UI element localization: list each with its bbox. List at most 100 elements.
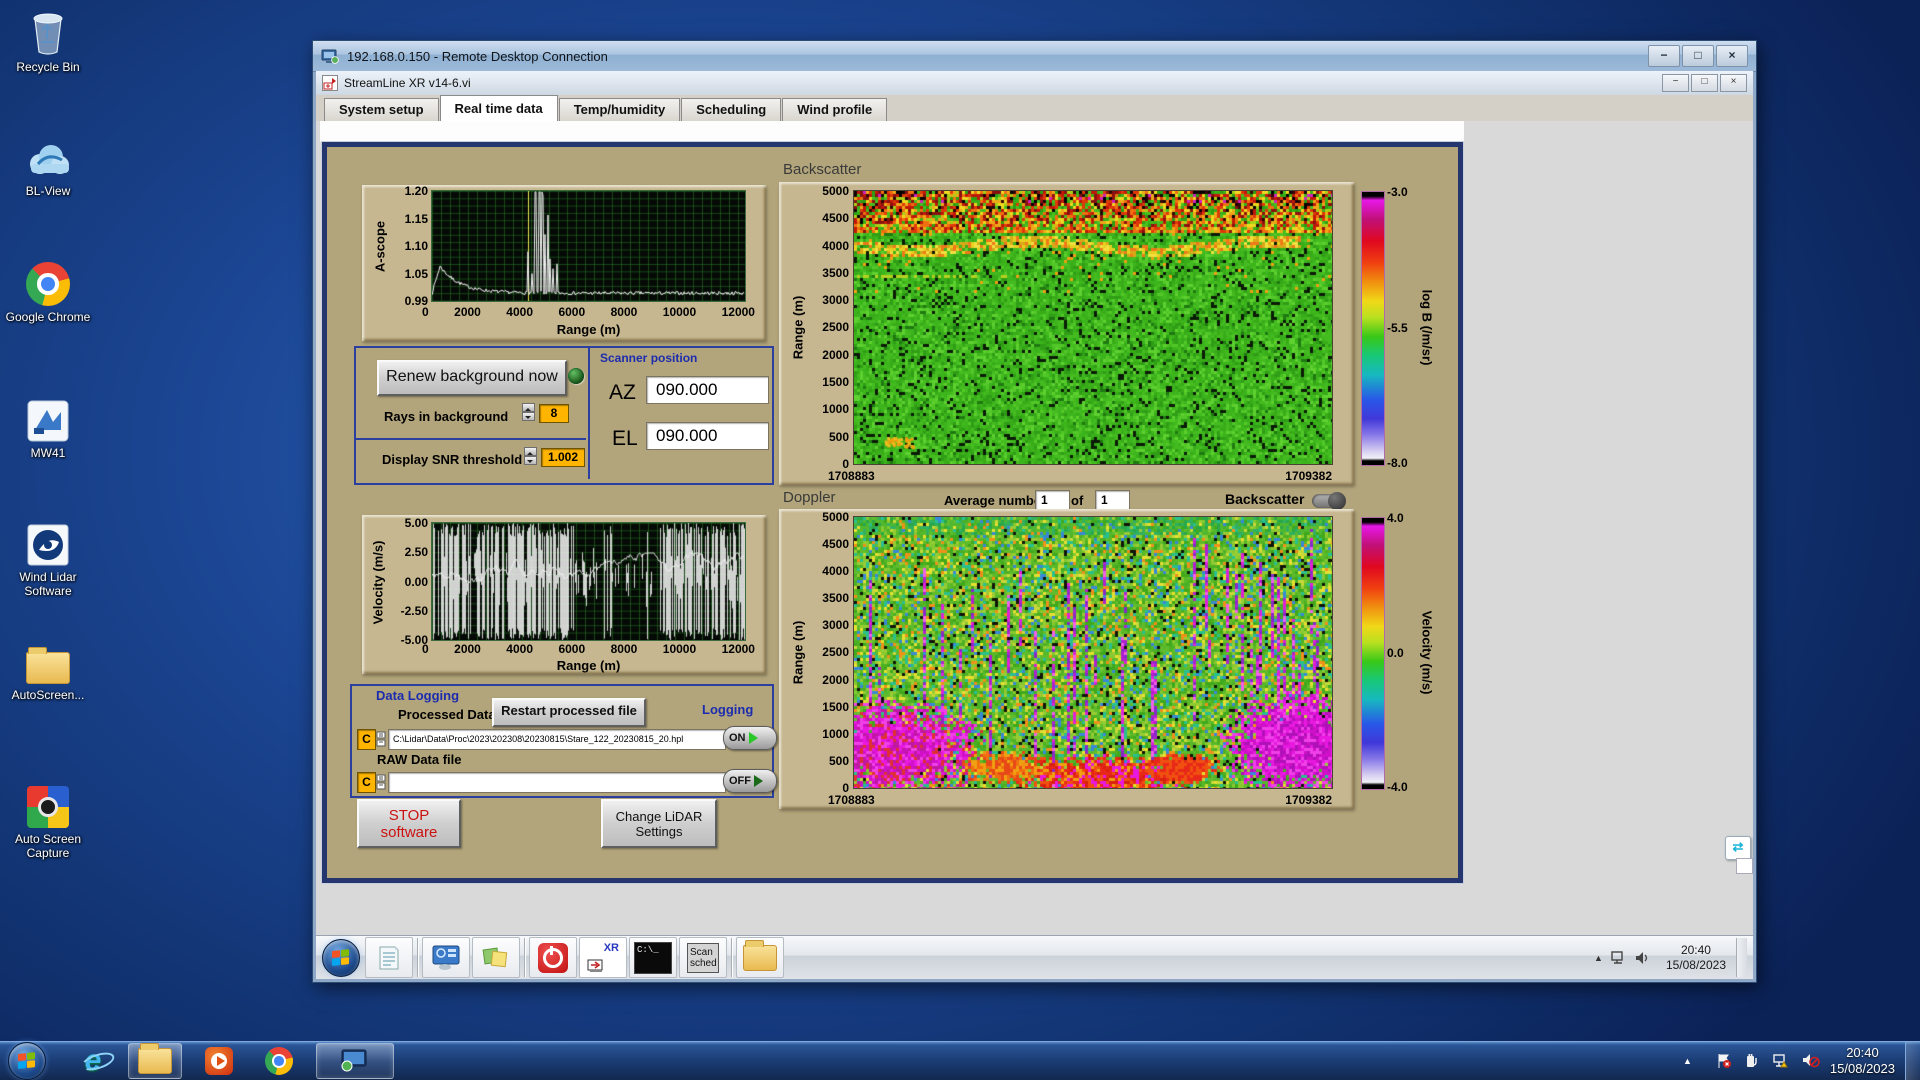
desktop-icon-auto-screen-capture[interactable]: Auto Screen Capture bbox=[4, 786, 92, 860]
spinner-up-icon[interactable] bbox=[522, 403, 535, 412]
action-center-flag-icon[interactable] bbox=[1716, 1053, 1732, 1069]
remote-show-desktop-button[interactable] bbox=[1736, 938, 1747, 977]
snr-spinner[interactable] bbox=[524, 447, 537, 465]
minimize-button[interactable]: − bbox=[1648, 45, 1680, 67]
desktop-icon-bl-view[interactable]: BL-View bbox=[4, 138, 92, 198]
change-lidar-settings-button[interactable]: Change LiDAR Settings bbox=[601, 799, 717, 848]
rays-spinner[interactable] bbox=[522, 403, 535, 421]
taskbar-chrome[interactable] bbox=[256, 1044, 302, 1078]
tab-system-setup[interactable]: System setup bbox=[324, 98, 439, 121]
desktop-icon-wind-lidar[interactable]: Wind Lidar Software bbox=[4, 524, 92, 598]
tick-label: 8000 bbox=[610, 305, 638, 319]
remote-taskbar-stop-app[interactable] bbox=[529, 937, 577, 978]
taskbar-remote-desktop[interactable] bbox=[316, 1043, 394, 1079]
remote-speaker-icon[interactable] bbox=[1635, 951, 1650, 965]
remote-taskbar-display-settings[interactable] bbox=[422, 937, 470, 978]
tab-temp-humidity[interactable]: Temp/humidity bbox=[558, 98, 681, 121]
tick-label: 2000 bbox=[822, 672, 849, 687]
rdp-title-bar[interactable]: 192.168.0.150 - Remote Desktop Connectio… bbox=[313, 41, 1756, 72]
raw-logging-toggle[interactable]: OFF bbox=[723, 769, 777, 793]
el-value-field[interactable]: 090.000 bbox=[646, 422, 769, 450]
raw-path-field[interactable] bbox=[388, 772, 726, 793]
app-close-button[interactable]: × bbox=[1720, 74, 1747, 92]
spinner-down-icon[interactable] bbox=[524, 456, 537, 465]
network-warning-icon[interactable] bbox=[1772, 1053, 1790, 1069]
tick-label: 3500 bbox=[822, 591, 849, 606]
tab-scheduling[interactable]: Scheduling bbox=[681, 98, 782, 121]
folder-browse-icon[interactable] bbox=[376, 731, 386, 747]
power-plug-icon[interactable] bbox=[1744, 1053, 1760, 1069]
tick-label: 12000 bbox=[721, 305, 755, 319]
close-button[interactable]: × bbox=[1716, 45, 1748, 67]
remote-taskbar-command-prompt[interactable]: C:\_ bbox=[629, 937, 677, 978]
app-restore-button[interactable]: □ bbox=[1691, 74, 1718, 92]
speaker-muted-icon[interactable] bbox=[1802, 1053, 1820, 1069]
colorbar-min: -8.0 bbox=[1387, 456, 1408, 470]
taskbar-internet-explorer[interactable]: e bbox=[70, 1044, 117, 1078]
colorbar-mid: -5.5 bbox=[1387, 320, 1408, 335]
tick-label: 1000 bbox=[822, 402, 849, 417]
tick-label: 2000 bbox=[454, 642, 481, 656]
processed-path-field[interactable]: C:\Lidar\Data\Proc\2023\202308\20230815\… bbox=[388, 729, 726, 750]
start-button[interactable] bbox=[8, 1042, 46, 1080]
raw-drive-box[interactable]: C bbox=[357, 772, 376, 793]
processed-drive-box[interactable]: C bbox=[357, 729, 376, 750]
desktop-icon-autoscreen-folder[interactable]: AutoScreen... bbox=[4, 647, 92, 702]
data-logging-group: Data Logging Processed Data file Restart… bbox=[350, 684, 777, 798]
stop-software-button[interactable]: STOP software bbox=[357, 799, 461, 848]
mw41-icon bbox=[27, 400, 69, 442]
tray-expand-icon[interactable]: ▲ bbox=[1683, 1056, 1692, 1066]
backscatter-colorbar-title: log B (/m/sr) bbox=[1419, 289, 1435, 366]
app-window-title: StreamLine XR v14-6.vi bbox=[344, 76, 471, 90]
host-clock[interactable]: 20:40 15/08/2023 bbox=[1830, 1045, 1895, 1077]
rdp-window-title: 192.168.0.150 - Remote Desktop Connectio… bbox=[347, 48, 608, 64]
chrome-icon bbox=[265, 1047, 293, 1075]
desktop-icon-mw41[interactable]: MW41 bbox=[4, 400, 92, 460]
rdp-computer-icon bbox=[321, 49, 339, 64]
processed-logging-toggle[interactable]: ON bbox=[723, 726, 777, 750]
lidar-panel-frame: A-scope 1.20 1.15 1.10 1.05 0.99 0 2000 4000 60… bbox=[322, 142, 1463, 883]
host-clock-time: 20:40 bbox=[1846, 1045, 1879, 1060]
spinner-down-icon[interactable] bbox=[522, 412, 535, 421]
rdp-window-controls: − □ × bbox=[1646, 45, 1748, 67]
rays-value-field[interactable]: 8 bbox=[539, 404, 569, 423]
remote-taskbar-scan-scheduler[interactable]: Scan sched bbox=[679, 937, 727, 978]
desktop-icon-google-chrome[interactable]: Google Chrome bbox=[4, 262, 92, 324]
az-value-field[interactable]: 090.000 bbox=[646, 376, 769, 404]
remote-network-icon[interactable] bbox=[1611, 950, 1627, 965]
tab-real-time-data[interactable]: Real time data bbox=[439, 95, 558, 121]
desktop-icon-recycle-bin[interactable]: Recycle Bin bbox=[4, 10, 92, 74]
average-number-field[interactable]: 1 bbox=[1035, 490, 1070, 511]
remote-taskbar-sticky-notes[interactable] bbox=[472, 937, 520, 978]
snr-value-field[interactable]: 1.002 bbox=[541, 448, 585, 467]
renew-background-button[interactable]: Renew background now bbox=[377, 360, 567, 396]
tick-label: 10000 bbox=[662, 305, 697, 319]
app-title-bar[interactable]: StreamLine XR v14-6.vi − □ × bbox=[316, 71, 1753, 96]
show-desktop-button[interactable] bbox=[1905, 1042, 1920, 1080]
remote-start-button[interactable] bbox=[322, 938, 360, 977]
remote-taskbar-notepad[interactable] bbox=[365, 937, 413, 978]
app-minimize-button[interactable]: − bbox=[1662, 74, 1689, 92]
ascope-plot-panel: A-scope 1.20 1.15 1.10 1.05 0.99 0 2000 4000 60… bbox=[362, 185, 766, 341]
connection-helper-icon[interactable]: ⇄ bbox=[1725, 836, 1751, 860]
average-total-field[interactable]: 1 bbox=[1095, 490, 1130, 511]
backscatter-toggle[interactable] bbox=[1312, 492, 1346, 510]
el-label: EL bbox=[612, 427, 638, 450]
doppler-time-end: 1709382 bbox=[1285, 793, 1332, 807]
restart-processed-file-button[interactable]: Restart processed file bbox=[492, 698, 646, 727]
tray-expand-icon[interactable]: ▲ bbox=[1594, 953, 1603, 963]
taskbar-explorer[interactable] bbox=[128, 1043, 182, 1079]
tick-label: 2500 bbox=[822, 645, 849, 660]
remote-taskbar-explorer[interactable] bbox=[736, 937, 784, 978]
tab-wind-profile[interactable]: Wind profile bbox=[782, 98, 888, 121]
backscatter-time-end: 1709382 bbox=[1285, 469, 1332, 483]
folder-browse-icon[interactable] bbox=[376, 774, 386, 790]
group-divider bbox=[588, 348, 590, 479]
spinner-up-icon[interactable] bbox=[524, 447, 537, 456]
media-player-icon bbox=[205, 1047, 233, 1075]
doppler-colorbar-labels: 4.0 0.0 -4.0 bbox=[1387, 511, 1421, 794]
helper-page-icon bbox=[1736, 858, 1753, 874]
maximize-button[interactable]: □ bbox=[1682, 45, 1714, 67]
taskbar-media-player[interactable] bbox=[196, 1044, 242, 1078]
remote-taskbar-streamline-xr[interactable]: XR bbox=[579, 937, 627, 978]
